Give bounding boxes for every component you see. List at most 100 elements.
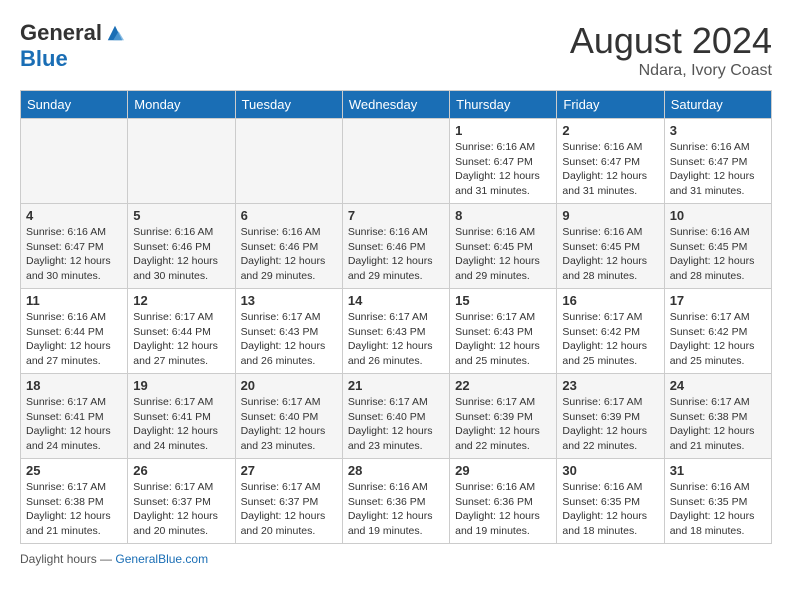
day-info: Sunrise: 6:16 AM Sunset: 6:35 PM Dayligh…: [562, 480, 658, 539]
day-number: 23: [562, 378, 658, 393]
calendar-day-cell: 7 Sunrise: 6:16 AM Sunset: 6:46 PM Daylig…: [342, 204, 449, 289]
calendar-day-cell: 25 Sunrise: 6:17 AM Sunset: 6:38 PM Dayli…: [21, 459, 128, 544]
day-number: 17: [670, 293, 766, 308]
calendar-day-cell: 19Sunrise: 6:17 AM Sunset: 6:41 PM Dayli…: [128, 374, 235, 459]
calendar-day-cell: [21, 119, 128, 204]
month-title: August 2024: [570, 20, 772, 62]
day-number: 11: [26, 293, 122, 308]
day-info: Sunrise: 6:17 AM Sunset: 6:43 PM Dayligh…: [455, 310, 551, 369]
calendar-day-cell: 18 Sunrise: 6:17 AM Sunset: 6:41 PM Dayli…: [21, 374, 128, 459]
day-number: 18: [26, 378, 122, 393]
footer-link[interactable]: GeneralBlue.com: [115, 552, 208, 566]
calendar-header-sunday: Sunday: [21, 91, 128, 119]
calendar-day-cell: 22Sunrise: 6:17 AM Sunset: 6:39 PM Dayli…: [450, 374, 557, 459]
calendar-header-tuesday: Tuesday: [235, 91, 342, 119]
day-number: 31: [670, 463, 766, 478]
calendar-day-cell: 23 Sunrise: 6:17 AM Sunset: 6:39 PM Dayli…: [557, 374, 664, 459]
calendar-day-cell: 16 Sunrise: 6:17 AM Sunset: 6:42 PM Dayli…: [557, 289, 664, 374]
day-info: Sunrise: 6:16 AM Sunset: 6:46 PM Dayligh…: [133, 225, 229, 284]
calendar-day-cell: 20 Sunrise: 6:17 AM Sunset: 6:40 PM Dayli…: [235, 374, 342, 459]
day-number: 16: [562, 293, 658, 308]
calendar-header-saturday: Saturday: [664, 91, 771, 119]
day-number: 20: [241, 378, 337, 393]
calendar-header-row: SundayMondayTuesdayWednesdayThursdayFrid…: [21, 91, 772, 119]
title-section: August 2024 Ndara, Ivory Coast: [570, 20, 772, 80]
day-number: 4: [26, 208, 122, 223]
calendar-week-row: 25 Sunrise: 6:17 AM Sunset: 6:38 PM Dayli…: [21, 459, 772, 544]
footer: Daylight hours — GeneralBlue.com: [20, 552, 772, 566]
day-number: 10: [670, 208, 766, 223]
calendar-day-cell: 27Sunrise: 6:17 AM Sunset: 6:37 PM Dayli…: [235, 459, 342, 544]
calendar-table: SundayMondayTuesdayWednesdayThursdayFrid…: [20, 90, 772, 544]
day-number: 1: [455, 123, 551, 138]
calendar-day-cell: 9Sunrise: 6:16 AM Sunset: 6:45 PM Daylig…: [557, 204, 664, 289]
day-number: 2: [562, 123, 658, 138]
day-info: Sunrise: 6:17 AM Sunset: 6:44 PM Dayligh…: [133, 310, 229, 369]
footer-text: Daylight hours: [20, 552, 97, 566]
day-number: 19: [133, 378, 229, 393]
calendar-week-row: 4 Sunrise: 6:16 AM Sunset: 6:47 PM Daylig…: [21, 204, 772, 289]
calendar-day-cell: 8 Sunrise: 6:16 AM Sunset: 6:45 PM Daylig…: [450, 204, 557, 289]
calendar-day-cell: 14Sunrise: 6:17 AM Sunset: 6:43 PM Dayli…: [342, 289, 449, 374]
calendar-day-cell: 3Sunrise: 6:16 AM Sunset: 6:47 PM Daylig…: [664, 119, 771, 204]
day-number: 5: [133, 208, 229, 223]
day-info: Sunrise: 6:17 AM Sunset: 6:41 PM Dayligh…: [26, 395, 122, 454]
day-info: Sunrise: 6:17 AM Sunset: 6:42 PM Dayligh…: [562, 310, 658, 369]
calendar-day-cell: 29Sunrise: 6:16 AM Sunset: 6:36 PM Dayli…: [450, 459, 557, 544]
logo-blue-text: Blue: [20, 46, 68, 72]
day-info: Sunrise: 6:17 AM Sunset: 6:39 PM Dayligh…: [562, 395, 658, 454]
calendar-header-monday: Monday: [128, 91, 235, 119]
calendar-day-cell: 10 Sunrise: 6:16 AM Sunset: 6:45 PM Dayli…: [664, 204, 771, 289]
calendar-day-cell: [235, 119, 342, 204]
calendar-week-row: 1 Sunrise: 6:16 AM Sunset: 6:47 PM Daylig…: [21, 119, 772, 204]
calendar-week-row: 11 Sunrise: 6:16 AM Sunset: 6:44 PM Dayli…: [21, 289, 772, 374]
day-number: 12: [133, 293, 229, 308]
day-info: Sunrise: 6:16 AM Sunset: 6:47 PM Dayligh…: [26, 225, 122, 284]
calendar-day-cell: 1 Sunrise: 6:16 AM Sunset: 6:47 PM Daylig…: [450, 119, 557, 204]
calendar-day-cell: 4 Sunrise: 6:16 AM Sunset: 6:47 PM Daylig…: [21, 204, 128, 289]
day-number: 14: [348, 293, 444, 308]
day-info: Sunrise: 6:16 AM Sunset: 6:45 PM Dayligh…: [562, 225, 658, 284]
calendar-day-cell: 12 Sunrise: 6:17 AM Sunset: 6:44 PM Dayli…: [128, 289, 235, 374]
day-info: Sunrise: 6:17 AM Sunset: 6:40 PM Dayligh…: [241, 395, 337, 454]
day-info: Sunrise: 6:16 AM Sunset: 6:46 PM Dayligh…: [348, 225, 444, 284]
day-info: Sunrise: 6:16 AM Sunset: 6:45 PM Dayligh…: [670, 225, 766, 284]
location-subtitle: Ndara, Ivory Coast: [570, 62, 772, 80]
day-info: Sunrise: 6:16 AM Sunset: 6:47 PM Dayligh…: [455, 140, 551, 199]
calendar-day-cell: 13Sunrise: 6:17 AM Sunset: 6:43 PM Dayli…: [235, 289, 342, 374]
day-number: 26: [133, 463, 229, 478]
page-header: General Blue August 2024 Ndara, Ivory Co…: [20, 20, 772, 80]
day-info: Sunrise: 6:16 AM Sunset: 6:44 PM Dayligh…: [26, 310, 122, 369]
day-number: 25: [26, 463, 122, 478]
day-number: 27: [241, 463, 337, 478]
day-info: Sunrise: 6:16 AM Sunset: 6:36 PM Dayligh…: [348, 480, 444, 539]
day-info: Sunrise: 6:16 AM Sunset: 6:47 PM Dayligh…: [670, 140, 766, 199]
logo: General Blue: [20, 20, 124, 72]
calendar-day-cell: 6Sunrise: 6:16 AM Sunset: 6:46 PM Daylig…: [235, 204, 342, 289]
day-info: Sunrise: 6:16 AM Sunset: 6:35 PM Dayligh…: [670, 480, 766, 539]
day-info: Sunrise: 6:16 AM Sunset: 6:36 PM Dayligh…: [455, 480, 551, 539]
day-number: 8: [455, 208, 551, 223]
day-number: 7: [348, 208, 444, 223]
logo-general-text: General: [20, 20, 102, 46]
day-info: Sunrise: 6:17 AM Sunset: 6:38 PM Dayligh…: [26, 480, 122, 539]
day-info: Sunrise: 6:16 AM Sunset: 6:46 PM Dayligh…: [241, 225, 337, 284]
day-info: Sunrise: 6:16 AM Sunset: 6:45 PM Dayligh…: [455, 225, 551, 284]
calendar-header-friday: Friday: [557, 91, 664, 119]
calendar-day-cell: 11 Sunrise: 6:16 AM Sunset: 6:44 PM Dayli…: [21, 289, 128, 374]
day-number: 30: [562, 463, 658, 478]
day-number: 22: [455, 378, 551, 393]
calendar-day-cell: 17Sunrise: 6:17 AM Sunset: 6:42 PM Dayli…: [664, 289, 771, 374]
calendar-day-cell: 26 Sunrise: 6:17 AM Sunset: 6:37 PM Dayli…: [128, 459, 235, 544]
calendar-day-cell: 28Sunrise: 6:16 AM Sunset: 6:36 PM Dayli…: [342, 459, 449, 544]
calendar-day-cell: 24 Sunrise: 6:17 AM Sunset: 6:38 PM Dayli…: [664, 374, 771, 459]
day-info: Sunrise: 6:17 AM Sunset: 6:37 PM Dayligh…: [133, 480, 229, 539]
day-number: 15: [455, 293, 551, 308]
calendar-day-cell: 31 Sunrise: 6:16 AM Sunset: 6:35 PM Dayli…: [664, 459, 771, 544]
day-info: Sunrise: 6:17 AM Sunset: 6:38 PM Dayligh…: [670, 395, 766, 454]
day-number: 24: [670, 378, 766, 393]
calendar-day-cell: 2Sunrise: 6:16 AM Sunset: 6:47 PM Daylig…: [557, 119, 664, 204]
day-number: 13: [241, 293, 337, 308]
logo-icon: [106, 24, 124, 42]
day-number: 21: [348, 378, 444, 393]
